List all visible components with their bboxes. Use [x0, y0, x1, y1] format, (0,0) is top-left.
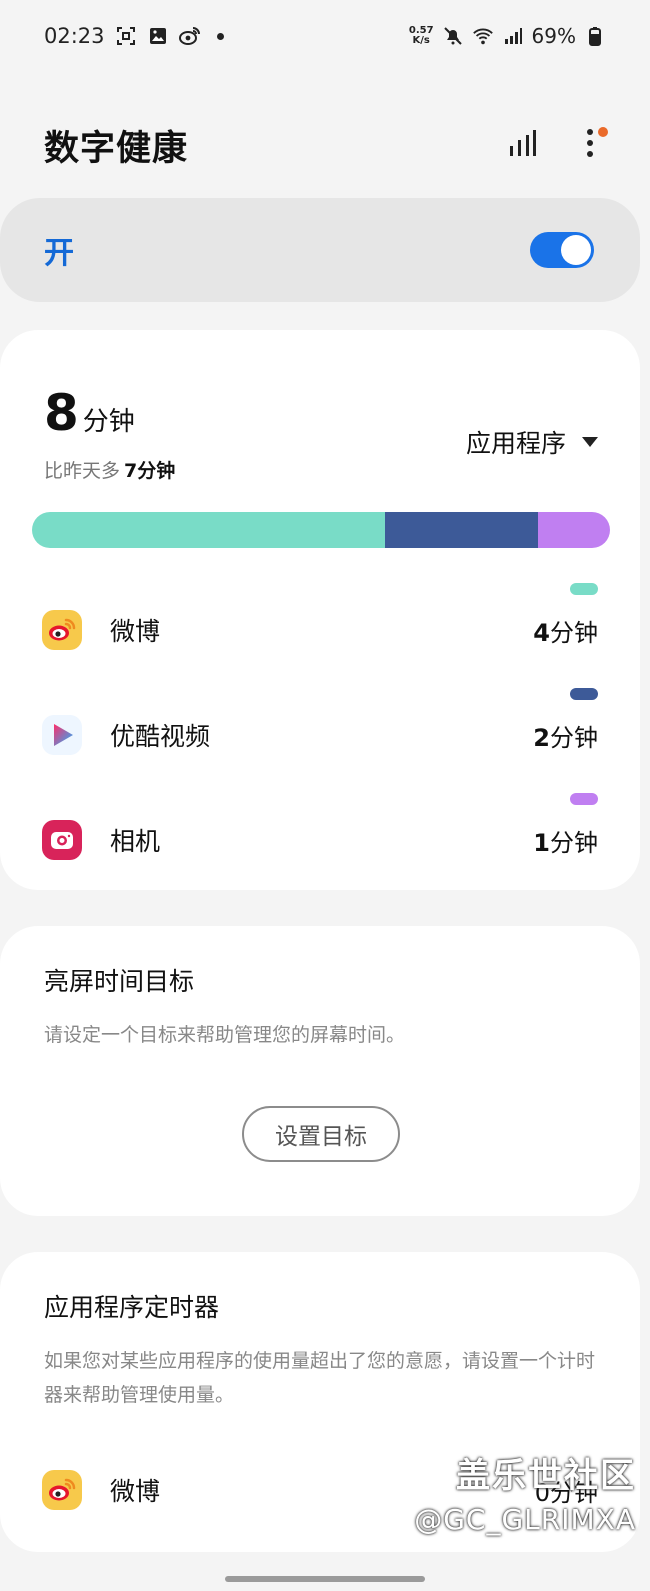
- wifi-icon: [472, 25, 494, 47]
- legend-chip: [570, 792, 598, 805]
- switch-label: 开: [44, 236, 74, 271]
- app-usage-time: 2分钟: [533, 687, 598, 753]
- community-watermark: 盖乐世社区 @GC_GLRIMXA: [414, 1448, 636, 1536]
- page-header: 数字健康: [44, 110, 610, 180]
- dropdown-arrow-icon: [582, 437, 598, 447]
- bar-chart-icon: [507, 128, 537, 162]
- camera-icon: [42, 820, 82, 860]
- usage-breakdown-bar: [32, 512, 610, 548]
- signal-icon: [502, 25, 524, 47]
- page-title: 数字健康: [44, 128, 189, 169]
- compare-value: 7分钟: [124, 460, 176, 482]
- more-notifications-dot: [216, 32, 224, 40]
- screenshot-icon: [115, 25, 137, 47]
- total-time-unit: 分钟: [82, 407, 135, 437]
- legend-chip: [570, 687, 598, 700]
- battery-icon: [584, 25, 606, 47]
- app-name: 优酷视频: [110, 722, 211, 751]
- home-indicator[interactable]: [225, 1576, 425, 1582]
- watermark-handle: @GC_GLRIMXA: [414, 1503, 636, 1536]
- weibo-icon: [42, 1470, 82, 1510]
- master-toggle[interactable]: [530, 232, 594, 268]
- app-usage-row-weibo[interactable]: 微博 4分钟: [42, 582, 598, 660]
- toggle-knob: [561, 235, 591, 265]
- youku-icon: [42, 715, 82, 755]
- goal-description: 请设定一个目标来帮助管理您的屏幕时间。: [44, 1024, 406, 1046]
- app-usage-time: 4分钟: [533, 582, 598, 648]
- category-selector-label: 应用程序: [465, 429, 566, 458]
- goal-title: 亮屏时间目标: [44, 967, 195, 996]
- total-time-number: 8: [44, 384, 79, 442]
- more-vertical-icon: [586, 128, 594, 162]
- digital-wellbeing-switch-row[interactable]: 开: [0, 198, 640, 302]
- mute-icon: [442, 25, 464, 47]
- app-name: 微博: [110, 1477, 161, 1506]
- total-screen-time: 8 分钟: [44, 388, 135, 438]
- screen-time-card[interactable]: 8 分钟 比昨天多 7分钟 应用程序 微博 4分钟 优酷视频 2分钟 相机 1分…: [0, 330, 640, 890]
- more-options-button[interactable]: [570, 125, 610, 165]
- usage-segment-0: [32, 512, 385, 548]
- app-name: 微博: [110, 617, 161, 646]
- watermark-title: 盖乐世社区: [456, 1456, 636, 1496]
- weibo-icon: [42, 610, 82, 650]
- set-goal-button[interactable]: 设置目标: [242, 1106, 400, 1162]
- app-name: 相机: [110, 827, 161, 856]
- app-timer-description: 如果您对某些应用程序的使用量超出了您的意愿，请设置一个计时器来帮助管理使用量。: [44, 1350, 596, 1406]
- legend-chip: [570, 582, 598, 595]
- compare-yesterday: 比昨天多 7分钟: [44, 460, 176, 482]
- screen-time-goal-card: 亮屏时间目标 请设定一个目标来帮助管理您的屏幕时间。 设置目标: [0, 926, 640, 1216]
- app-timer-title: 应用程序定时器: [44, 1293, 220, 1322]
- update-badge: [598, 127, 608, 137]
- status-time: 02:23: [44, 24, 105, 48]
- gallery-icon: [147, 25, 169, 47]
- battery-percentage: 69%: [531, 24, 576, 48]
- status-bar: 02:23 0.57 K/s 69%: [0, 0, 650, 72]
- network-speed: 0.57 K/s: [408, 25, 434, 46]
- usage-segment-1: [384, 512, 538, 548]
- usage-segment-2: [537, 512, 610, 548]
- category-selector[interactable]: 应用程序: [466, 424, 598, 460]
- app-usage-row-youku[interactable]: 优酷视频 2分钟: [42, 687, 598, 765]
- statistics-button[interactable]: [502, 125, 542, 165]
- weibo-notification-icon: [178, 25, 201, 47]
- app-usage-time: 1分钟: [533, 792, 598, 858]
- app-usage-row-camera[interactable]: 相机 1分钟: [42, 792, 598, 870]
